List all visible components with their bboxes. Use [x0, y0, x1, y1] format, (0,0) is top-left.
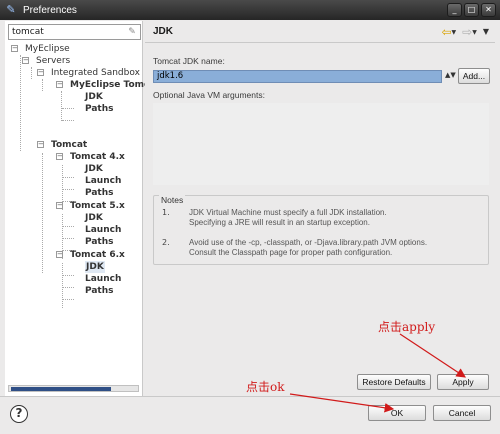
tree-item[interactable]: Tomcat 4.x [70, 151, 125, 163]
note-text: JDK Virtual Machine must specify a full … [189, 208, 387, 227]
apply-button[interactable]: Apply [437, 374, 489, 390]
minimize-icon[interactable]: _ [447, 3, 462, 17]
tree-item-selected[interactable]: JDK [85, 261, 105, 273]
filter-text: tomcat [12, 27, 44, 37]
tree-item[interactable]: Paths [85, 103, 114, 115]
ok-button[interactable]: OK [368, 405, 426, 421]
eclipse-app-icon: ✎ [6, 3, 16, 16]
tree-item[interactable]: Tomcat 6.x [70, 249, 125, 261]
collapse-toggle-icon[interactable]: − [56, 202, 63, 209]
tree-item[interactable]: Launch [85, 273, 121, 285]
close-icon[interactable]: ✕ [481, 3, 496, 17]
jvm-args-label: Optional Java VM arguments: [153, 90, 265, 100]
window-controls: _ □ ✕ [447, 3, 496, 17]
clear-filter-icon[interactable]: ✎ [126, 26, 138, 38]
help-icon[interactable]: ? [10, 405, 28, 423]
collapse-toggle-icon[interactable]: − [56, 81, 63, 88]
tree-item[interactable]: JDK [85, 163, 103, 175]
preference-page: JDK ⇦▼ ⇨▼ ▼ Tomcat JDK name: jdk1.6 ▲▼ A… [145, 21, 495, 396]
jdk-name-label: Tomcat JDK name: [153, 56, 225, 66]
collapse-toggle-icon[interactable]: − [56, 153, 63, 160]
preference-tree-pane: tomcat ✎ − − − − − − − − MyEclipse Serve… [5, 21, 149, 396]
tree-item[interactable]: Launch [85, 224, 121, 236]
tree-item[interactable]: Tomcat [51, 139, 87, 151]
maximize-icon[interactable]: □ [464, 3, 479, 17]
preferences-window: ✎ Preferences _ □ ✕ tomcat ✎ − − − − − −… [0, 0, 500, 434]
tree-item[interactable]: JDK [85, 91, 103, 103]
notes-group: Notes 1. JDK Virtual Machine must specif… [153, 195, 489, 265]
collapse-toggle-icon[interactable]: − [37, 141, 44, 148]
tree-item[interactable]: MyEclipse Tomc [70, 79, 149, 91]
tree-item[interactable]: Tomcat 5.x [70, 200, 125, 212]
jvm-args-input[interactable] [153, 103, 489, 185]
jdk-name-select[interactable]: jdk1.6 [153, 70, 442, 83]
note-text: Avoid use of the -cp, -classpath, or -Dj… [189, 238, 428, 257]
collapse-toggle-icon[interactable]: − [11, 45, 18, 52]
history-nav: ⇦▼ ⇨▼ ▼ [441, 25, 489, 39]
back-arrow-icon[interactable]: ⇦▼ [441, 25, 456, 39]
window-title: Preferences [23, 4, 77, 16]
add-jdk-button[interactable]: Add... [458, 68, 490, 84]
tree-item[interactable]: Launch [85, 175, 121, 187]
notes-title: Notes [159, 195, 186, 205]
tree-item[interactable]: Paths [85, 285, 114, 297]
forward-arrow-icon[interactable]: ⇨▼ [462, 25, 477, 39]
restore-defaults-button[interactable]: Restore Defaults [357, 374, 431, 390]
note-number: 2. [162, 238, 170, 247]
page-header: JDK ⇦▼ ⇨▼ ▼ [145, 21, 495, 43]
ok-annotation: 点击ok [246, 380, 285, 394]
chevron-down-icon[interactable]: ▲▼ [445, 71, 456, 79]
jdk-name-value: jdk1.6 [157, 71, 184, 81]
scrollbar-thumb[interactable] [11, 387, 111, 391]
collapse-toggle-icon[interactable]: − [37, 69, 44, 76]
view-menu-icon[interactable]: ▼ [483, 25, 489, 39]
tree-item[interactable]: MyEclipse [25, 43, 70, 55]
tree-horizontal-scrollbar[interactable] [8, 385, 139, 392]
tree-item[interactable]: Paths [85, 236, 114, 248]
cancel-button[interactable]: Cancel [433, 405, 491, 421]
tree-item[interactable]: Integrated Sandbox [51, 67, 140, 79]
page-title: JDK [153, 26, 174, 37]
dialog-button-bar: ? OK Cancel [0, 396, 500, 434]
tree-item[interactable]: Paths [85, 187, 114, 199]
apply-annotation: 点击apply [378, 320, 436, 334]
note-number: 1. [162, 208, 170, 217]
title-bar: ✎ Preferences _ □ ✕ [0, 0, 500, 20]
collapse-toggle-icon[interactable]: − [56, 251, 63, 258]
tree-item[interactable]: JDK [85, 212, 103, 224]
filter-input[interactable]: tomcat ✎ [8, 24, 141, 40]
collapse-toggle-icon[interactable]: − [22, 57, 29, 64]
tree-item[interactable]: Servers [36, 55, 70, 67]
